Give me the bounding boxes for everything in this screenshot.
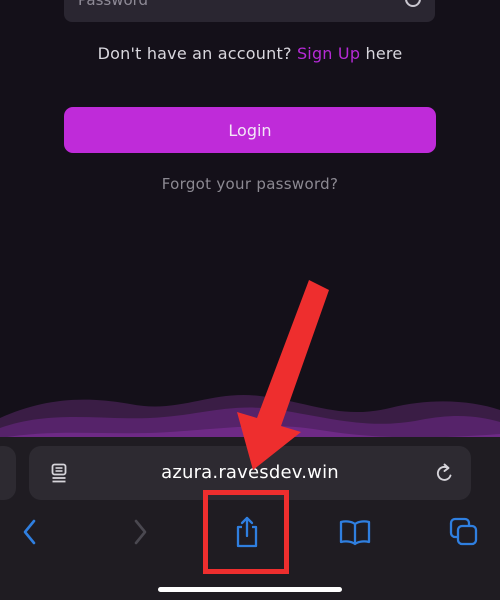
- bookmarks-button[interactable]: [338, 518, 372, 546]
- forgot-password-link[interactable]: Forgot your password?: [0, 175, 500, 193]
- show-password-icon[interactable]: [405, 0, 421, 7]
- login-button[interactable]: Login: [64, 107, 436, 153]
- signup-prompt-text: Don't have an account?: [97, 44, 292, 63]
- signup-suffix: here: [365, 44, 403, 63]
- reload-icon[interactable]: [435, 462, 455, 484]
- previous-tab-address-bar[interactable]: [0, 446, 16, 500]
- back-button[interactable]: [21, 518, 39, 546]
- signup-prompt: Don't have an account? Sign Up here: [0, 44, 500, 63]
- red-arrow-annotation: [237, 280, 329, 470]
- tabs-button[interactable]: [448, 516, 480, 548]
- password-placeholder: Password: [78, 0, 149, 9]
- share-button-highlight: [203, 490, 289, 574]
- password-field[interactable]: Password: [64, 0, 435, 22]
- home-indicator: [158, 587, 342, 592]
- signup-link[interactable]: Sign Up: [297, 44, 360, 63]
- back-icon: [23, 519, 36, 545]
- forward-icon: [134, 519, 147, 545]
- forward-button[interactable]: [131, 518, 149, 546]
- tabs-icon: [449, 517, 478, 546]
- bookmarks-icon: [339, 520, 371, 546]
